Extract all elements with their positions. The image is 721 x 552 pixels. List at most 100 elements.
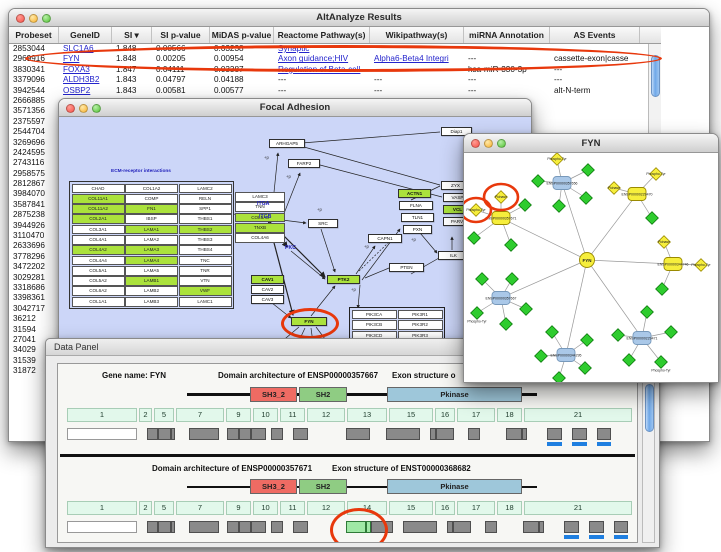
pathway-gene-PIK3CA[interactable]: PIK3CA <box>352 310 397 320</box>
domain-node-pkinase[interactable]: Pkinase <box>608 182 621 195</box>
ecm-gene-THBS3[interactable]: THBS3 <box>179 235 232 245</box>
pathway-gene-PIK3R1[interactable]: PIK3R1 <box>398 310 443 320</box>
close-button[interactable] <box>471 139 480 148</box>
ecm-gene-CHAD[interactable]: CHAD <box>72 184 125 194</box>
exon-10[interactable]: 10 <box>253 501 278 515</box>
column-header-mirna-annotation[interactable]: miRNA Annotation <box>464 27 550 43</box>
ecm-gene-LAMA4[interactable]: LAMA4 <box>125 256 178 266</box>
exon-7[interactable]: 7 <box>176 408 224 422</box>
pathway-node-SRC[interactable]: SRC <box>308 219 338 228</box>
ecm-gene-LAMA1[interactable]: LAMA1 <box>125 225 178 235</box>
exon-block[interactable] <box>539 521 544 533</box>
domain-node[interactable] <box>612 329 625 342</box>
pathway-node-CAV3[interactable]: CAV3 <box>251 295 284 304</box>
included-exon-block[interactable] <box>346 521 366 533</box>
pathway-node-TLN1[interactable]: TLN1 <box>401 213 434 222</box>
ecm-gene-THBS1[interactable]: THBS1 <box>179 214 232 224</box>
exon-block[interactable] <box>158 428 171 440</box>
ecm-gene-COL2A1[interactable]: COL2A1 <box>72 214 125 224</box>
ecm-gene-SPP1[interactable]: SPP1 <box>179 204 232 214</box>
ecm-gene-LAMB2[interactable]: LAMB2 <box>125 286 178 296</box>
exon-block[interactable] <box>453 521 471 533</box>
pathway-node-PTEN[interactable]: PTEN <box>389 263 424 272</box>
pathway-node-CAV1[interactable]: CAV1 <box>251 275 284 284</box>
domain-Pkinase[interactable]: Pkinase <box>387 479 522 494</box>
exon-block[interactable] <box>67 428 137 440</box>
exon-1[interactable]: 1 <box>67 408 137 422</box>
domain-SH3_2[interactable]: SH3_2 <box>250 387 297 402</box>
cell-reactome[interactable]: Axon guidance;HIV <box>274 54 370 64</box>
exon-21[interactable]: 21 <box>524 408 632 422</box>
exon-block[interactable] <box>189 428 219 440</box>
exon-block[interactable] <box>67 521 137 533</box>
pathway-gene-PIK3CB[interactable]: PIK3CB <box>352 320 397 330</box>
exon-block[interactable] <box>346 428 370 440</box>
exon-block[interactable] <box>436 428 454 440</box>
exon-11[interactable]: 11 <box>280 501 305 515</box>
exon-17[interactable]: 17 <box>457 501 495 515</box>
exon-18[interactable]: 18 <box>497 408 522 422</box>
exon-block[interactable] <box>251 521 266 533</box>
fyn-titlebar[interactable]: FYN <box>464 134 718 153</box>
ecm-gene-LAMA3[interactable]: LAMA3 <box>125 245 178 255</box>
pathway-node-CAPN1[interactable]: CAPN1 <box>368 234 402 243</box>
zoom-button[interactable] <box>42 14 51 23</box>
exon-block[interactable] <box>189 521 219 533</box>
exon-12[interactable]: 12 <box>307 408 345 422</box>
protein-node-ENSP00000357656[interactable]: ENSP00000357656 <box>547 177 578 190</box>
exon-block[interactable] <box>614 521 628 539</box>
exon-block[interactable] <box>468 428 480 440</box>
exon-5[interactable]: 5 <box>154 408 174 422</box>
exon-block[interactable] <box>293 521 308 533</box>
exon-block[interactable] <box>589 521 604 539</box>
ecm-gene-VWF[interactable]: VWF <box>179 286 232 296</box>
exon-18[interactable]: 18 <box>497 501 522 515</box>
exon-block[interactable] <box>271 521 283 533</box>
ecm-gene-VTN[interactable]: VTN <box>179 276 232 286</box>
ecm-gene-COL5A1[interactable]: COL5A1 <box>72 266 125 276</box>
domain-node[interactable] <box>579 362 592 375</box>
ecm-gene-IBSP[interactable]: IBSP <box>125 214 178 224</box>
domain-node-phospho-tyr[interactable]: Phospho-Tyr <box>549 372 569 382</box>
main-titlebar[interactable]: AltAnalyze Results <box>9 9 709 27</box>
domain-node-pkinase[interactable]: Pkinase <box>658 236 671 249</box>
exon-13[interactable]: 13 <box>347 408 387 422</box>
close-button[interactable] <box>66 104 75 113</box>
exon-9[interactable]: 9 <box>226 501 251 515</box>
exon-15[interactable]: 15 <box>389 408 433 422</box>
domain-node[interactable] <box>665 326 678 339</box>
ecm-gene-LAMA5[interactable]: LAMA5 <box>125 266 178 276</box>
zoom-button[interactable] <box>497 139 506 148</box>
column-header-as-events[interactable]: AS Events <box>550 27 640 43</box>
data-panel-scrollbar[interactable] <box>642 363 655 543</box>
data-panel-scrollbar-thumb[interactable] <box>645 384 654 432</box>
exon-block[interactable] <box>171 521 175 533</box>
protein-node-FYN[interactable]: FYN <box>580 253 595 268</box>
exon-block[interactable] <box>271 428 283 440</box>
domain-node[interactable] <box>582 164 595 177</box>
domain-SH2[interactable]: SH2 <box>299 387 347 402</box>
column-header-probeset[interactable]: Probeset <box>9 27 59 43</box>
exon-15[interactable]: 15 <box>389 501 433 515</box>
exon-block[interactable] <box>239 521 251 533</box>
exon-16[interactable]: 16 <box>435 408 455 422</box>
exon-block[interactable] <box>293 428 308 440</box>
exon-17[interactable]: 17 <box>457 408 495 422</box>
ecm-gene-LAMB1[interactable]: LAMB1 <box>125 276 178 286</box>
column-header-reactome-pathway-s-[interactable]: Reactome Pathway(s) <box>274 27 370 43</box>
domain-SH3_2[interactable]: SH3_2 <box>250 479 297 494</box>
exon-block[interactable] <box>386 428 420 440</box>
ecm-gene-THBS4[interactable]: THBS4 <box>179 245 232 255</box>
exon-block[interactable] <box>147 428 158 440</box>
cell-gene[interactable]: ALDH3B2 <box>59 75 112 85</box>
exon-10[interactable]: 10 <box>253 408 278 422</box>
exon-2[interactable]: 2 <box>139 501 152 515</box>
protein-node-ENSP00000344295[interactable]: ENSP00000344295 <box>551 349 582 362</box>
ecm-gene-LAMC2[interactable]: LAMC2 <box>179 184 232 194</box>
domain-node-phospho-tyr[interactable]: Phospho-Tyr <box>646 168 666 181</box>
exon-block[interactable] <box>239 428 251 440</box>
domain-node[interactable] <box>505 239 518 252</box>
ecm-gene-RELN[interactable]: RELN <box>179 194 232 204</box>
domain-node[interactable] <box>623 354 636 367</box>
ecm-gene-COL4A6[interactable]: COL4A6 <box>235 233 285 243</box>
